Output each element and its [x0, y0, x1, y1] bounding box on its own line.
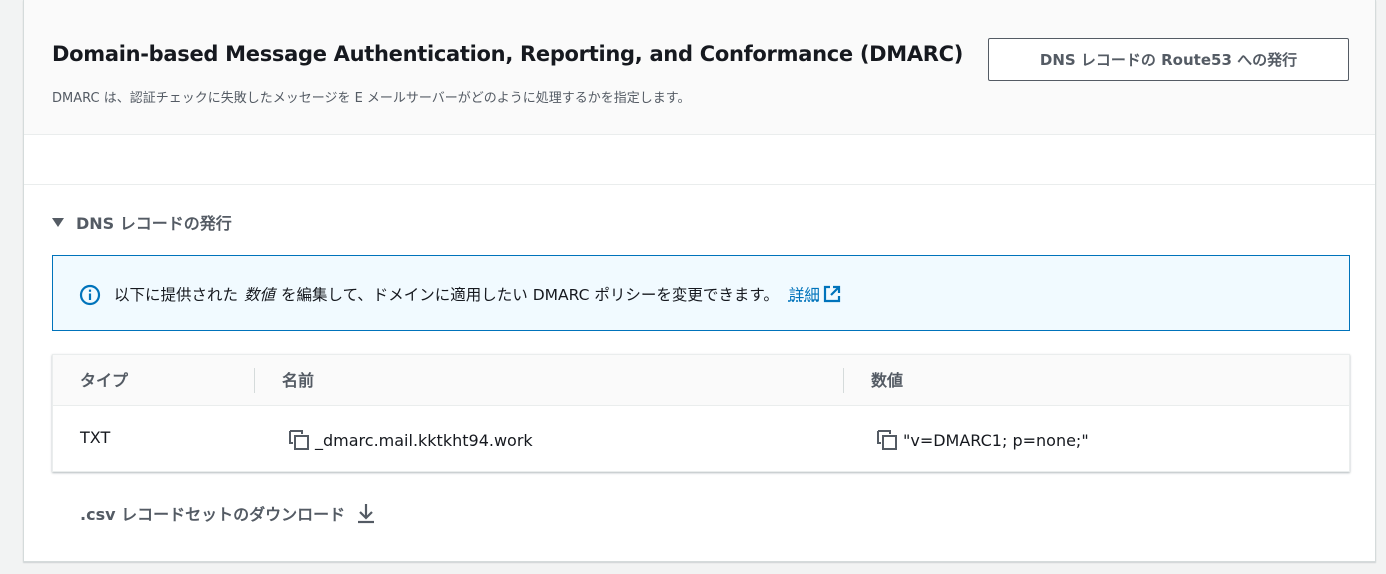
dmarc-panel: Domain-based Message Authentication, Rep…	[23, 0, 1376, 562]
info-alert: 以下に提供された 数値 を編集して、ドメインに適用したい DMARC ポリシーを…	[52, 255, 1350, 331]
record-value-cell: "v=DMARC1; p=none;"	[875, 428, 1089, 452]
table-header: タイプ 名前 数値	[53, 355, 1349, 406]
info-text: 以下に提供された 数値 を編集して、ドメインに適用したい DMARC ポリシーを…	[114, 283, 842, 305]
panel-title: Domain-based Message Authentication, Rep…	[52, 42, 964, 66]
column-separator	[254, 368, 255, 393]
download-csv-button[interactable]: .csv レコードセットのダウンロード	[80, 501, 377, 525]
record-name-cell: _dmarc.mail.kktkht94.work	[287, 428, 533, 452]
dns-records-expander[interactable]: DNS レコードの発行	[52, 210, 232, 234]
download-icon	[358, 504, 375, 524]
record-name: _dmarc.mail.kktkht94.work	[315, 430, 533, 450]
info-text-before: 以下に提供された	[114, 286, 239, 304]
record-value: "v=DMARC1; p=none;"	[903, 430, 1089, 450]
column-header-name: 名前	[282, 371, 315, 390]
copy-icon[interactable]	[875, 428, 899, 452]
learn-more-link[interactable]: 詳細	[789, 283, 820, 305]
info-icon	[79, 284, 101, 306]
section-divider	[24, 184, 1375, 185]
info-text-after: を編集して、ドメインに適用したい DMARC ポリシーを変更できます。	[281, 286, 779, 304]
panel-description: DMARC は、認証チェックに失敗したメッセージを E メールサーバーがどのよう…	[52, 91, 691, 106]
caret-down-icon	[52, 217, 64, 227]
publish-to-route53-button[interactable]: DNS レコードの Route53 への発行	[988, 38, 1349, 81]
info-text-emphasis: 数値	[244, 286, 276, 304]
dns-records-table: タイプ 名前 数値 TXT _dmarc.mail.kktkht94.work	[52, 354, 1350, 472]
column-separator	[843, 368, 844, 393]
column-header-value: 数値	[871, 371, 904, 390]
expander-label: DNS レコードの発行	[76, 214, 232, 233]
record-type: TXT	[80, 428, 111, 447]
panel-header: Domain-based Message Authentication, Rep…	[24, 0, 1375, 135]
download-label: .csv レコードセットのダウンロード	[80, 505, 346, 524]
external-link-icon[interactable]	[822, 284, 842, 304]
copy-icon[interactable]	[287, 428, 311, 452]
column-header-type: タイプ	[80, 371, 129, 390]
